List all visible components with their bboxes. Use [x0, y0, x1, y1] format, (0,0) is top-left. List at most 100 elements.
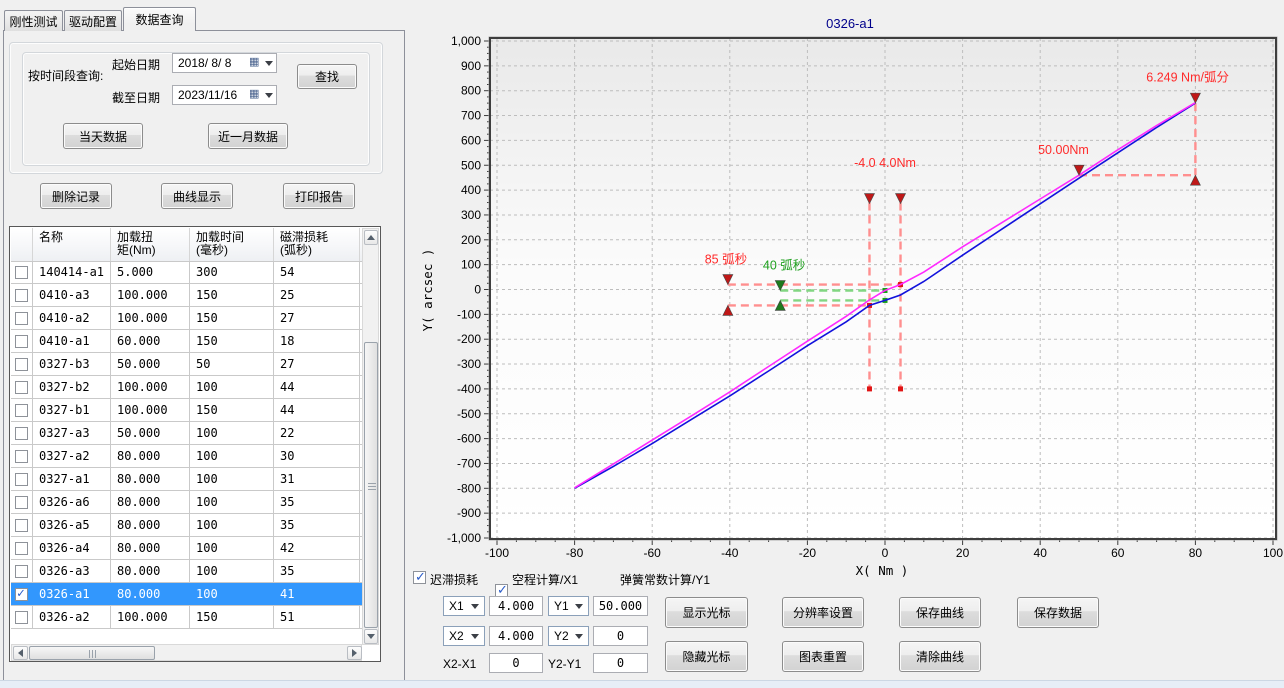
tab-刚性测试[interactable]: 刚性测试: [4, 10, 63, 31]
resolution-settings-button[interactable]: 分辨率设置: [782, 597, 864, 628]
table-row[interactable]: 0326-a480.00010042: [11, 537, 362, 560]
row-checkbox[interactable]: [15, 358, 28, 371]
table-row[interactable]: 0326-a2100.00015051: [11, 606, 362, 629]
start-date-picker[interactable]: 2018/ 8/ 8 ▦: [172, 53, 277, 73]
cell-torque: 100.000: [111, 284, 190, 306]
row-checkbox[interactable]: [15, 312, 28, 325]
table-row[interactable]: 0326-a680.00010035: [11, 491, 362, 514]
hide-cursor-button[interactable]: 隐藏光标: [665, 641, 748, 672]
chart-reset-button[interactable]: 图表重置: [782, 641, 864, 672]
y-tick-label: -300: [457, 357, 481, 371]
show-cursor-button[interactable]: 显示光标: [665, 597, 748, 628]
end-date-picker[interactable]: 2023/11/16 ▦: [172, 85, 277, 105]
curve-display-button[interactable]: 曲线显示: [161, 183, 233, 209]
table-row[interactable]: 0326-a180.00010041: [11, 583, 362, 606]
scroll-down-button[interactable]: [364, 629, 378, 644]
table-row[interactable]: 140414-a15.00030054: [11, 261, 362, 284]
search-button[interactable]: 查找: [297, 64, 357, 89]
scroll-left-button[interactable]: [13, 646, 28, 660]
table-row[interactable]: 0327-b2100.00010044: [11, 376, 362, 399]
today-data-button[interactable]: 当天数据: [63, 123, 143, 149]
table-row[interactable]: 0327-a180.00010031: [11, 468, 362, 491]
row-checkbox[interactable]: [15, 404, 28, 417]
x1-cursor-select[interactable]: X1: [443, 596, 485, 616]
save-data-button[interactable]: 保存数据: [1017, 597, 1099, 628]
print-report-button[interactable]: 打印报告: [283, 183, 355, 209]
y-tick-label: -900: [457, 506, 481, 520]
cell-loss: 22: [274, 422, 360, 444]
cell-torque: 80.000: [111, 514, 190, 536]
table-row[interactable]: 0410-a2100.00015027: [11, 307, 362, 330]
row-checkbox-cell: [11, 491, 33, 513]
tab-驱动配置[interactable]: 驱动配置: [64, 10, 122, 31]
row-checkbox[interactable]: [15, 542, 28, 555]
delete-record-button[interactable]: 删除记录: [40, 183, 112, 209]
cell-loss: 42: [274, 537, 360, 559]
query-section-label: 按时间段查询:: [28, 67, 103, 84]
x2-cursor-select[interactable]: X2: [443, 626, 485, 646]
x2-value-input[interactable]: 4.000: [489, 626, 543, 646]
vscroll-thumb[interactable]: [364, 342, 378, 628]
chevron-down-icon[interactable]: [265, 93, 273, 98]
hscroll-thumb[interactable]: [29, 646, 155, 660]
y2y1-value-input[interactable]: 0: [593, 653, 648, 673]
table-row[interactable]: 0327-a350.00010022: [11, 422, 362, 445]
row-checkbox[interactable]: [15, 335, 28, 348]
month-data-button[interactable]: 近一月数据: [208, 123, 288, 149]
stiffness-chart: -1,000-900-800-700-600-500-400-300-200-1…: [410, 0, 1284, 580]
thumb-grip: [368, 486, 376, 487]
row-checkbox[interactable]: [15, 266, 28, 279]
row-checkbox[interactable]: [15, 473, 28, 486]
row-checkbox[interactable]: [15, 289, 28, 302]
scroll-right-button[interactable]: [347, 646, 362, 660]
x-tick-label: 40: [1034, 546, 1048, 560]
table-row[interactable]: 0326-a580.00010035: [11, 514, 362, 537]
row-checkbox-cell: [11, 353, 33, 375]
checkbox-迟滞损耗[interactable]: [413, 571, 426, 584]
row-checkbox[interactable]: [15, 519, 28, 532]
y1-cursor-select[interactable]: Y1: [548, 596, 589, 616]
y-tick-label: -700: [457, 456, 481, 470]
clear-curve-button[interactable]: 清除曲线: [899, 641, 981, 672]
x2x1-label: X2-X1: [443, 654, 476, 674]
row-checkbox[interactable]: [15, 427, 28, 440]
cell-time: 100: [190, 537, 274, 559]
table-vscrollbar[interactable]: [362, 228, 379, 645]
y-tick-label: -500: [457, 407, 481, 421]
tab-数据查询[interactable]: 数据查询: [123, 7, 196, 31]
x-tick-label: -100: [485, 546, 509, 560]
y-tick-label: 600: [461, 133, 481, 147]
row-checkbox[interactable]: [15, 496, 28, 509]
cell-torque: 50.000: [111, 422, 190, 444]
table-hscrollbar[interactable]: [11, 644, 362, 661]
cell-name: 0326-a1: [33, 583, 111, 605]
row-checkbox-cell: [11, 376, 33, 398]
calendar-icon[interactable]: ▦: [249, 89, 262, 101]
x2x1-value-input[interactable]: 0: [489, 653, 543, 673]
y2-cursor-select[interactable]: Y2: [548, 626, 589, 646]
table-row[interactable]: 0327-b1100.00015044: [11, 399, 362, 422]
y2-value-input[interactable]: 0: [593, 626, 648, 646]
save-curve-button[interactable]: 保存曲线: [899, 597, 981, 628]
row-checkbox[interactable]: [15, 381, 28, 394]
x1-value-input[interactable]: 4.000: [489, 596, 543, 616]
x-tick-label: -60: [644, 546, 662, 560]
table-header: 名称加载扭 矩(Nm)加载时间 (毫秒)磁滞损耗 (弧秒): [11, 228, 362, 262]
table-row[interactable]: 0410-a3100.00015025: [11, 284, 362, 307]
scroll-up-button[interactable]: [364, 230, 378, 245]
table-row[interactable]: 0326-a380.00010035: [11, 560, 362, 583]
calendar-icon[interactable]: ▦: [249, 57, 262, 69]
y1-value-input[interactable]: 50.000: [593, 596, 648, 616]
table-row[interactable]: 0327-b350.0005027: [11, 353, 362, 376]
x1-label: X1: [449, 599, 464, 613]
cell-time: 100: [190, 376, 274, 398]
row-checkbox[interactable]: [15, 588, 28, 601]
row-checkbox[interactable]: [15, 611, 28, 624]
x-tick-label: 20: [956, 546, 970, 560]
table-row[interactable]: 0327-a280.00010030: [11, 445, 362, 468]
row-checkbox[interactable]: [15, 450, 28, 463]
chevron-down-icon[interactable]: [265, 61, 273, 66]
cell-torque: 80.000: [111, 445, 190, 467]
row-checkbox[interactable]: [15, 565, 28, 578]
table-row[interactable]: 0410-a160.00015018: [11, 330, 362, 353]
